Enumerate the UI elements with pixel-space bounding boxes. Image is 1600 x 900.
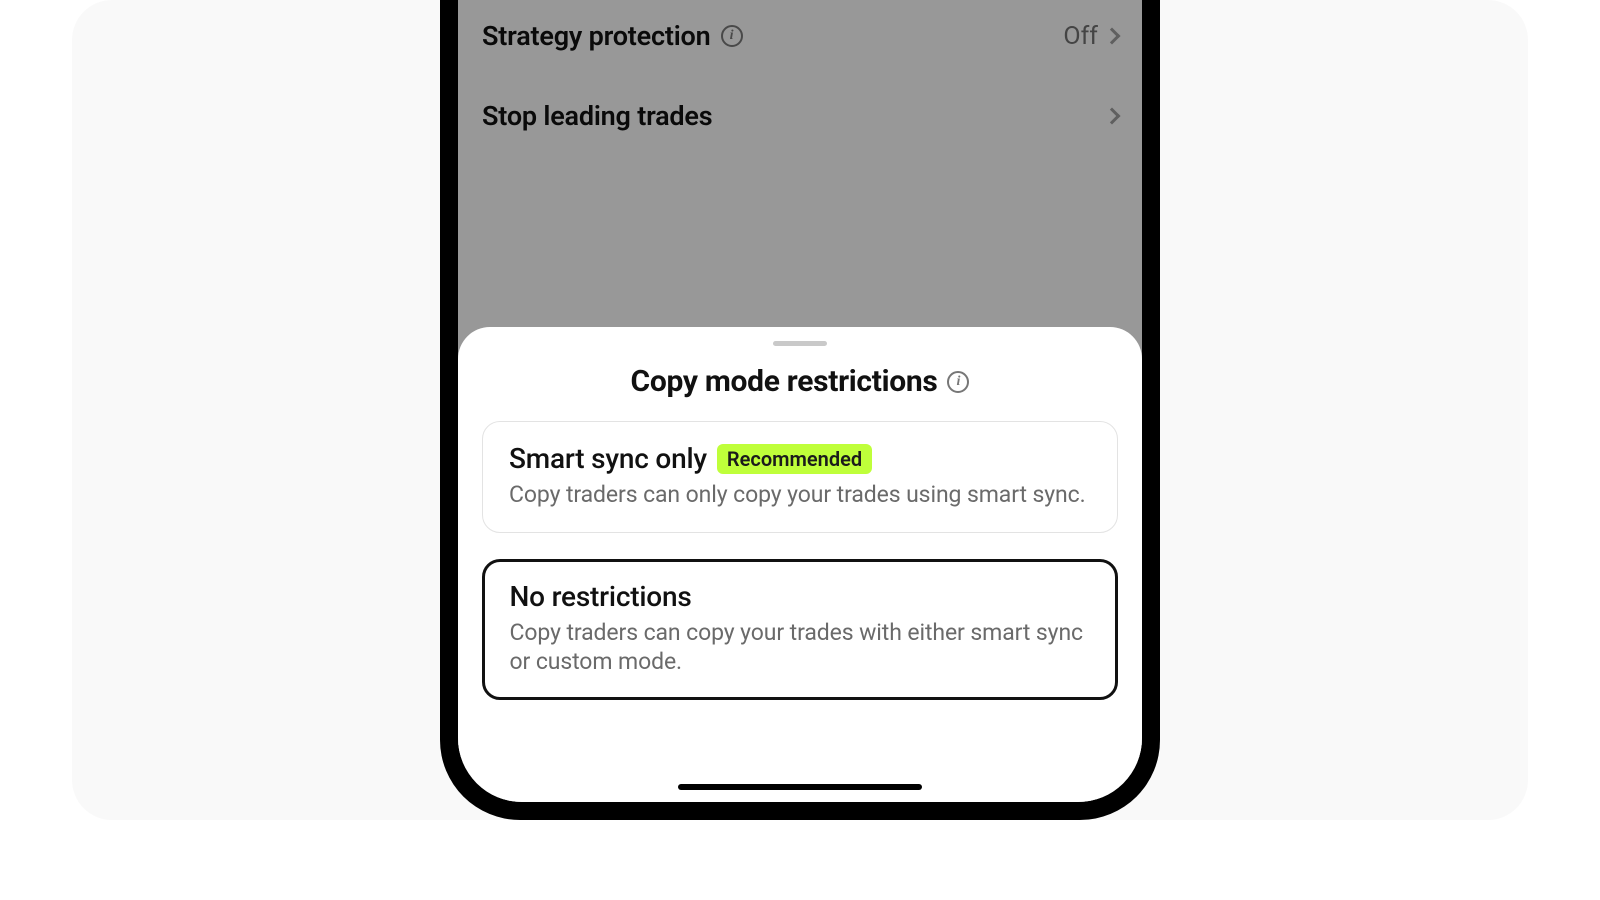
- sheet-title-row: Copy mode restrictions i: [482, 364, 1118, 399]
- device-screen: Strategy protection i Off Stop leading t…: [458, 0, 1142, 802]
- option-smart-sync-only[interactable]: Smart sync only Recommended Copy traders…: [482, 421, 1118, 533]
- option-no-restrictions[interactable]: No restrictions Copy traders can copy yo…: [482, 559, 1118, 701]
- option-header: No restrictions: [510, 580, 1091, 613]
- sheet-title: Copy mode restrictions: [631, 364, 938, 399]
- info-icon[interactable]: i: [947, 371, 969, 393]
- sheet-grabber[interactable]: [773, 341, 827, 346]
- option-header: Smart sync only Recommended: [509, 442, 1091, 475]
- bottom-sheet-copy-mode: Copy mode restrictions i Smart sync only…: [458, 327, 1142, 802]
- device-bezel: Strategy protection i Off Stop leading t…: [440, 0, 1160, 820]
- option-description: Copy traders can copy your trades with e…: [510, 619, 1091, 677]
- app-frame: Strategy protection i Off Stop leading t…: [72, 0, 1528, 820]
- recommended-badge: Recommended: [717, 444, 872, 474]
- option-title: Smart sync only: [509, 442, 707, 475]
- option-title: No restrictions: [510, 580, 692, 613]
- home-indicator[interactable]: [678, 784, 922, 790]
- option-description: Copy traders can only copy your trades u…: [509, 481, 1091, 510]
